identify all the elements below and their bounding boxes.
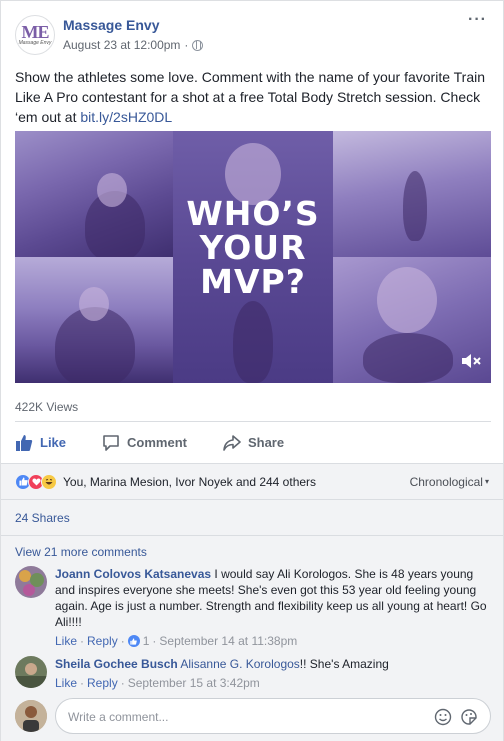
view-more-comments-link[interactable]: View 21 more comments <box>15 545 147 559</box>
sort-label: Chronological <box>409 475 483 489</box>
chevron-down-icon: ▾ <box>484 477 489 486</box>
comment-reply-link[interactable]: Reply <box>87 675 118 691</box>
headline-line-2: YOUR <box>199 228 307 267</box>
reaction-icons[interactable] <box>15 473 57 490</box>
page-avatar[interactable]: ME Massage Envy <box>15 15 55 55</box>
comments-section: View 21 more comments Joann Colovos Kats… <box>1 535 503 741</box>
comment-like-link[interactable]: Like <box>55 633 77 649</box>
write-comment-row: Write a comment... <box>15 698 491 734</box>
athlete-photo-1 <box>15 131 173 257</box>
comment-button[interactable]: Comment <box>102 434 187 452</box>
meta-dot: · <box>120 676 125 690</box>
haha-reaction-icon <box>41 473 57 490</box>
comment-text: !! She's Amazing <box>299 657 389 671</box>
facebook-post: ME Massage Envy Massage Envy August 23 a… <box>0 0 504 741</box>
athlete-photo-2 <box>15 257 173 383</box>
post-meta: August 23 at 12:00pm · <box>63 38 204 52</box>
post-timestamp[interactable]: August 23 at 12:00pm <box>63 38 180 52</box>
comment-time[interactable]: September 15 at 3:42pm <box>128 675 260 691</box>
post-text: Show the athletes some love. Comment wit… <box>15 67 493 127</box>
mvp-headline: WHO’S YOUR MVP? <box>173 197 333 299</box>
meta-dot: · <box>80 634 85 648</box>
post-link[interactable]: bit.ly/2sHZ0DL <box>80 109 172 125</box>
share-label: Share <box>247 435 285 450</box>
view-count: 422K Views <box>15 400 79 414</box>
sticker-icon[interactable] <box>460 708 478 726</box>
comment-author[interactable]: Sheila Gochee Busch <box>55 657 178 671</box>
comment-sort-dropdown[interactable]: Chronological ▾ <box>410 475 489 489</box>
meta-separator: · <box>184 38 189 52</box>
reactions-summary: You, Marina Mesion, Ivor Noyek and 244 o… <box>1 463 503 499</box>
like-label: Like <box>40 435 67 450</box>
like-button[interactable]: Like <box>15 434 66 452</box>
comment-icon <box>103 434 119 451</box>
headline-line-1: WHO’S <box>186 194 320 233</box>
comment-body: Sheila Gochee Busch Alisanne G. Korologo… <box>55 656 491 691</box>
comment-like-count[interactable]: 1 <box>143 633 150 649</box>
avatar[interactable] <box>15 656 47 688</box>
comment-meta: Like · Reply · September 15 at 3:42pm <box>55 675 491 691</box>
comment-body: Joann Colovos Katsanevas I would say Ali… <box>55 566 491 649</box>
headline-line-3: MVP? <box>200 262 306 301</box>
reaction-names[interactable]: You, Marina Mesion, Ivor Noyek and 244 o… <box>63 475 316 489</box>
emoji-icon[interactable] <box>434 708 452 726</box>
share-arrow-icon <box>223 434 241 451</box>
comment-input[interactable]: Write a comment... <box>55 698 491 734</box>
comment-author[interactable]: Joann Colovos Katsanevas <box>55 567 211 581</box>
avatar[interactable] <box>15 566 47 598</box>
shares-count[interactable]: 24 Shares <box>1 499 503 535</box>
comment-meta: Like · Reply · 1 · September 14 at 11:38… <box>55 633 491 649</box>
mute-icon[interactable] <box>461 353 483 369</box>
avatar[interactable] <box>15 700 47 732</box>
post-header: ME Massage Envy Massage Envy August 23 a… <box>1 1 503 63</box>
meta-dot: · <box>120 634 125 648</box>
shares-label: 24 Shares <box>15 510 70 525</box>
comment-like-link[interactable]: Like <box>55 675 77 691</box>
comment-input-placeholder: Write a comment... <box>68 710 169 724</box>
comment-label: Comment <box>127 435 187 450</box>
thumbs-up-icon <box>16 434 33 451</box>
more-options-button[interactable]: ··· <box>468 11 487 29</box>
thumbs-up-icon <box>127 635 140 647</box>
meta-dot: · <box>80 676 85 690</box>
post-video[interactable]: WHO’S YOUR MVP? <box>15 131 491 383</box>
comment-time[interactable]: September 14 at 11:38pm <box>159 633 297 649</box>
comment-mention[interactable]: Alisanne G. Korologos <box>180 657 299 671</box>
comment-reply-link[interactable]: Reply <box>87 633 118 649</box>
meta-dot: · <box>152 634 157 648</box>
athlete-photo-4 <box>333 131 491 257</box>
share-button[interactable]: Share <box>223 434 284 452</box>
logo-subtext: Massage Envy <box>18 40 52 46</box>
page-name-link[interactable]: Massage Envy <box>63 17 160 33</box>
globe-icon <box>192 39 204 51</box>
logo-text: ME <box>21 22 50 42</box>
action-bar: Like Comment Share <box>15 421 491 463</box>
